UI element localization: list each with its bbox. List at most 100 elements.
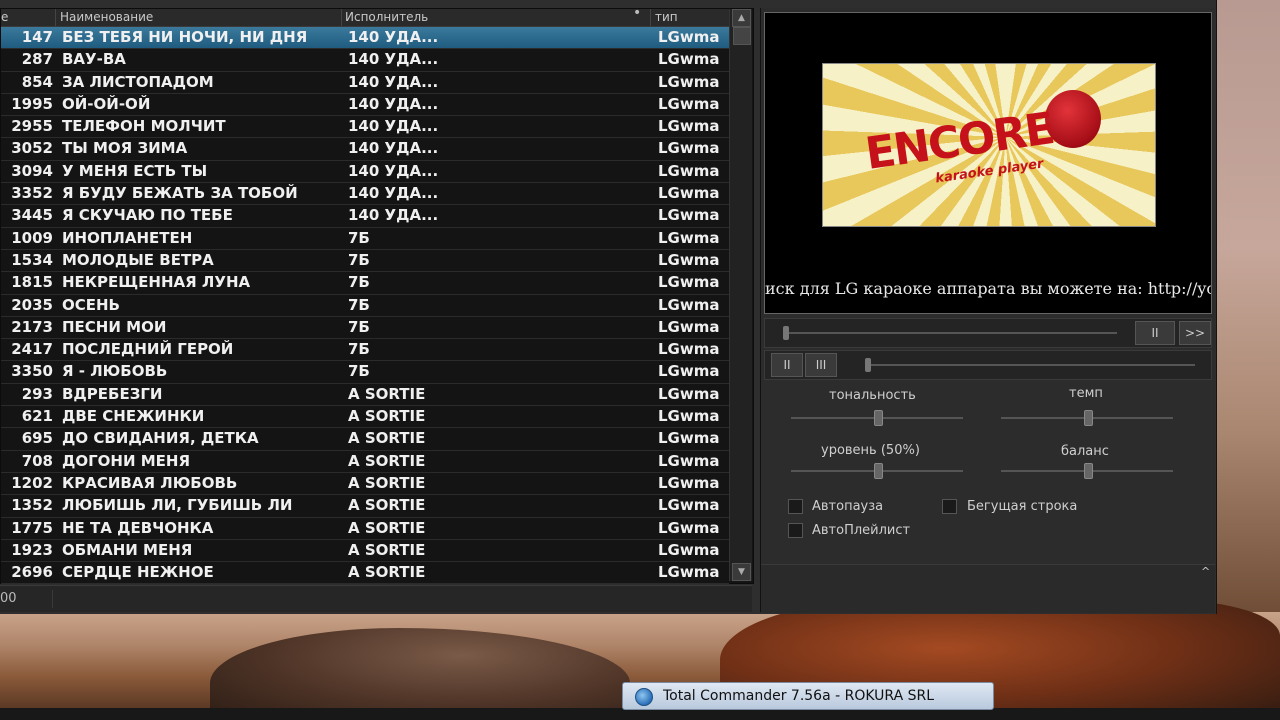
- control-bar: II III: [764, 350, 1212, 380]
- row-artist: A SORTIE: [348, 563, 426, 582]
- autopause-checkbox[interactable]: [788, 499, 803, 514]
- table-row[interactable]: 708 ДОГОНИ МЕНЯ A SORTIE LGwma: [1, 451, 729, 473]
- table-row[interactable]: 2035 ОСЕНЬ 7Б LGwma: [1, 295, 729, 317]
- collapse-icon[interactable]: ^: [1201, 565, 1210, 578]
- row-number: 1202: [11, 473, 53, 492]
- row-type: LGwma: [658, 72, 720, 91]
- seek-bar[interactable]: II >>: [764, 318, 1212, 348]
- row-number: 3094: [11, 161, 53, 180]
- tempo-label: темп: [1069, 386, 1103, 401]
- table-row[interactable]: 2696 СЕРДЦЕ НЕЖНОЕ A SORTIE LGwma: [1, 562, 729, 585]
- table-row[interactable]: 3352 Я БУДУ БЕЖАТЬ ЗА ТОБОЙ 140 УДА... LGwm…: [1, 183, 729, 206]
- header-number[interactable]: e: [1, 10, 9, 24]
- row-number: 3352: [11, 184, 53, 203]
- row-type: LGwma: [658, 50, 720, 69]
- table-row[interactable]: 3350 Я - ЛЮБОВЬ 7Б LGwma: [1, 361, 729, 384]
- row-type: LGwma: [658, 473, 720, 492]
- row-number: 3350: [11, 362, 53, 381]
- row-name: У МЕНЯ ЕСТЬ ТЫ: [62, 161, 208, 180]
- playlist-panel: e Наименование Исполнитель • тип 147 БЕЗ …: [0, 5, 754, 607]
- table-row[interactable]: 2955 ТЕЛЕФОН МОЛЧИТ 140 УДА... LGwma: [1, 116, 729, 139]
- table-row[interactable]: 621 ДВЕ СНЕЖИНКИ A SORTIE LGwma: [1, 406, 729, 429]
- autoplaylist-checkbox[interactable]: [788, 523, 803, 538]
- table-row[interactable]: 1534 МОЛОДЫЕ ВЕТРА 7Б LGwma: [1, 250, 729, 273]
- row-number: 1534: [11, 250, 53, 269]
- tone-label: тональность: [829, 388, 916, 403]
- taskbar-item-title: Total Commander 7.56a - ROKURA SRL: [663, 688, 935, 704]
- wallpaper-sky: [1215, 0, 1280, 620]
- table-row[interactable]: 1202 КРАСИВАЯ ЛЮБОВЬ A SORTIE LGwma: [1, 473, 729, 496]
- ticker-checkbox[interactable]: [942, 499, 957, 514]
- status-text: 00: [0, 591, 17, 606]
- volume-knob[interactable]: [865, 358, 871, 372]
- taskbar-item-total-commander[interactable]: Total Commander 7.56a - ROKURA SRL: [622, 682, 994, 710]
- table-row[interactable]: 1009 ИНОПЛАНЕТЕН 7Б LGwma: [1, 228, 729, 250]
- row-number: 2035: [11, 295, 53, 314]
- row-name: ВДРЕБЕЗГИ: [62, 384, 163, 403]
- row-name: ТЫ МОЯ ЗИМА: [62, 139, 188, 158]
- table-row[interactable]: 854 ЗА ЛИСТОПАДОМ 140 УДА... LGwma: [1, 72, 729, 94]
- header-artist[interactable]: Исполнитель: [345, 10, 428, 24]
- table-row[interactable]: 1923 ОБМАНИ МЕНЯ A SORTIE LGwma: [1, 540, 729, 563]
- seek-knob[interactable]: [783, 326, 789, 340]
- row-number: 2173: [11, 317, 53, 336]
- playlist-scrollbar[interactable]: ▲ ▼: [729, 9, 752, 581]
- table-row[interactable]: 147 БЕЗ ТЕБЯ НИ НОЧИ, НИ ДНЯ 140 УДА... LGw…: [1, 27, 729, 50]
- tempo-slider-knob[interactable]: [1084, 410, 1093, 426]
- pause-button[interactable]: II: [1135, 321, 1175, 345]
- row-number: 147: [21, 28, 53, 46]
- table-row[interactable]: 1352 ЛЮБИШЬ ЛИ, ГУБИШЬ ЛИ A SORTIE LGwma: [1, 495, 729, 518]
- scrollbar-thumb[interactable]: [733, 27, 751, 45]
- autopause-label: Автопауза: [812, 499, 884, 514]
- row-type: LGwma: [658, 317, 720, 336]
- table-row[interactable]: 1995 ОЙ-ОЙ-ОЙ 140 УДА... LGwma: [1, 94, 729, 117]
- table-row[interactable]: 3445 Я СКУЧАЮ ПО ТЕБЕ 140 УДА... LGwma: [1, 205, 729, 228]
- row-type: LGwma: [658, 340, 720, 359]
- row-number: 293: [21, 384, 53, 403]
- table-row[interactable]: 3052 ТЫ МОЯ ЗИМА 140 УДА... LGwma: [1, 138, 729, 161]
- next-button[interactable]: >>: [1179, 321, 1211, 345]
- balance-slider-knob[interactable]: [1084, 463, 1093, 479]
- volume-track[interactable]: [865, 364, 1195, 366]
- table-row[interactable]: 695 ДО СВИДАНИЯ, ДЕТКА A SORTIE LGwma: [1, 428, 729, 451]
- row-artist: A SORTIE: [348, 407, 426, 426]
- header-type[interactable]: тип: [655, 10, 678, 24]
- table-row[interactable]: 3094 У МЕНЯ ЕСТЬ ТЫ 140 УДА... LGwma: [1, 161, 729, 184]
- running-ticker: иск для LG караоке аппарата вы можете на…: [765, 279, 1211, 298]
- video-screen: ENCORE karaoke player иск для LG караоке…: [764, 12, 1212, 314]
- row-name: НЕ ТА ДЕВЧОНКА: [62, 518, 214, 537]
- seek-track[interactable]: [783, 332, 1117, 334]
- table-row[interactable]: 2173 ПЕСНИ МОИ 7Б LGwma: [1, 317, 729, 340]
- table-row[interactable]: 1815 НЕКРЕЩЕННАЯ ЛУНА 7Б LGwma: [1, 272, 729, 295]
- table-row[interactable]: 1775 НЕ ТА ДЕВЧОНКА A SORTIE LGwma: [1, 518, 729, 540]
- row-type: LGwma: [658, 228, 720, 247]
- balance-label: баланс: [1061, 444, 1109, 459]
- header-name[interactable]: Наименование: [60, 10, 153, 24]
- level-label: уровень (50%): [821, 443, 920, 458]
- row-number: 1775: [11, 518, 53, 537]
- row-type: LGwma: [658, 206, 720, 225]
- table-row[interactable]: 293 ВДРЕБЕЗГИ A SORTIE LGwma: [1, 384, 729, 407]
- row-name: ДО СВИДАНИЯ, ДЕТКА: [62, 429, 259, 448]
- row-type: LGwma: [658, 28, 720, 46]
- table-row[interactable]: 2417 ПОСЛЕДНИЙ ГЕРОЙ 7Б LGwma: [1, 339, 729, 362]
- row-name: ЛЮБИШЬ ЛИ, ГУБИШЬ ЛИ: [62, 496, 293, 515]
- row-name: ДВЕ СНЕЖИНКИ: [62, 407, 205, 426]
- row-artist: 140 УДА...: [348, 72, 439, 91]
- row-name: БЕЗ ТЕБЯ НИ НОЧИ, НИ ДНЯ: [62, 28, 308, 46]
- row-artist: A SORTIE: [348, 451, 426, 470]
- stop-icon[interactable]: III: [805, 353, 837, 377]
- row-name: ОСЕНЬ: [62, 295, 120, 314]
- row-number: 1352: [11, 496, 53, 515]
- pause-icon[interactable]: II: [771, 353, 803, 377]
- row-artist: 7Б: [348, 340, 370, 359]
- scroll-up-icon[interactable]: ▲: [732, 9, 751, 27]
- level-slider-knob[interactable]: [874, 463, 883, 479]
- scroll-down-icon[interactable]: ▼: [732, 563, 751, 581]
- table-row[interactable]: 287 ВАУ-ВА 140 УДА... LGwma: [1, 49, 729, 72]
- row-name: ЗА ЛИСТОПАДОМ: [62, 72, 214, 91]
- row-artist: A SORTIE: [348, 473, 426, 492]
- row-type: LGwma: [658, 117, 720, 136]
- tone-slider-knob[interactable]: [874, 410, 883, 426]
- row-number: 2417: [11, 340, 53, 359]
